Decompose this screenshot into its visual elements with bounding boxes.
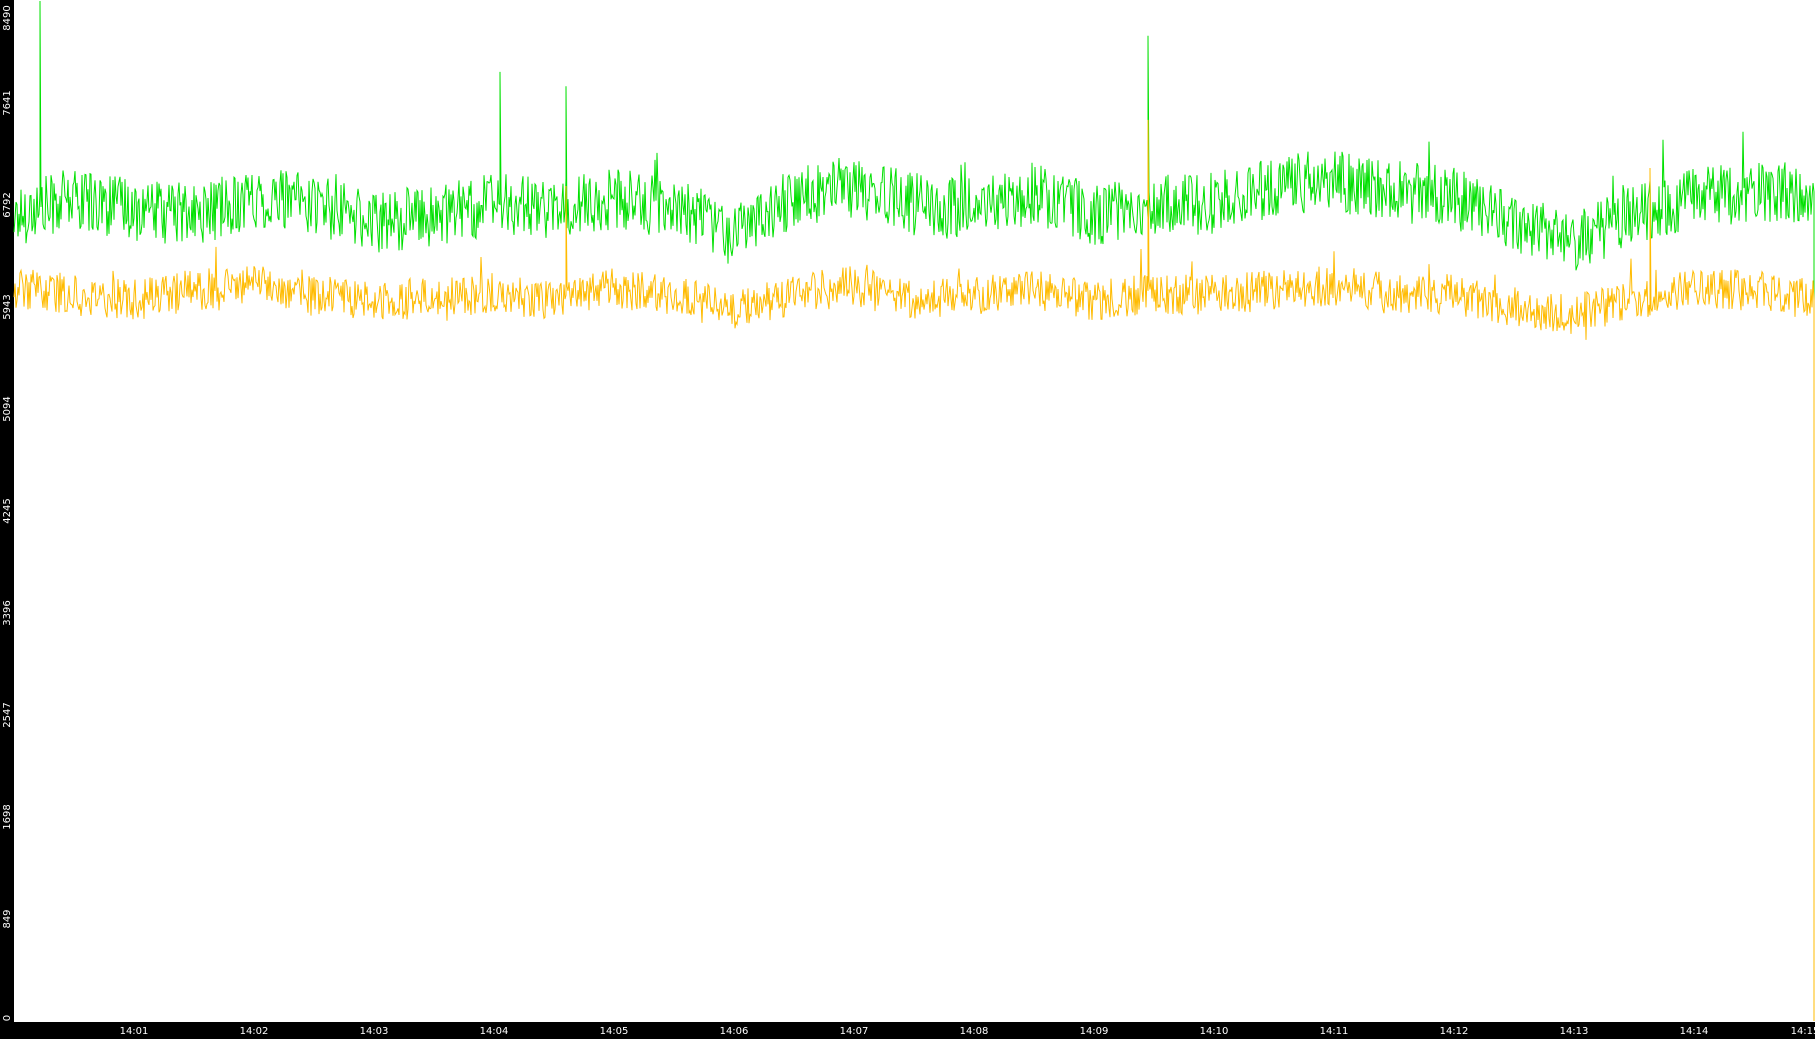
x-tick-label: 14:11 — [1320, 1026, 1349, 1037]
y-tick-label: 4245 — [2, 498, 13, 523]
x-tick-label: 14:05 — [600, 1026, 629, 1037]
y-tick-label: 5943 — [2, 294, 13, 319]
y-tick-label: 8490 — [2, 5, 13, 30]
y-tick-label: 2547 — [2, 702, 13, 727]
x-tick-labels: 14:01 14:02 14:03 14:04 14:05 14:06 14:07 14:08… — [120, 1026, 1815, 1037]
series-line — [13, 0, 1815, 625]
y-tick-label: 5094 — [2, 396, 13, 421]
x-tick-label: 14:14 — [1680, 1026, 1709, 1037]
x-tick-label: 14:12 — [1440, 1026, 1469, 1037]
y-tick-label: 7641 — [2, 90, 13, 115]
chart: 0 849 1698 2547 3396 4245 5094 5943 6792 7641 8490… — [0, 0, 1815, 1039]
x-tick-label: 14:07 — [840, 1026, 869, 1037]
x-tick-label: 14:08 — [960, 1026, 989, 1037]
line-chart: 0 849 1698 2547 3396 4245 5094 5943 6792 7641 8490… — [0, 0, 1815, 1039]
y-tick-label: 1698 — [2, 804, 13, 829]
y-tick-label: 849 — [2, 909, 13, 928]
x-tick-label: 14:10 — [1200, 1026, 1229, 1037]
x-tick-label: 14:02 — [240, 1026, 269, 1037]
x-tick-label: 14:13 — [1560, 1026, 1589, 1037]
y-tick-label: 0 — [2, 1015, 13, 1021]
x-tick-label: 14:06 — [720, 1026, 749, 1037]
y-tick-label: 6792 — [2, 192, 13, 217]
series-layer — [13, 0, 1815, 1021]
x-tick-label: 14:09 — [1080, 1026, 1109, 1037]
x-tick-label: 14:15 — [1791, 1026, 1815, 1037]
y-tick-label: 3396 — [2, 600, 13, 625]
x-tick-label: 14:01 — [120, 1026, 149, 1037]
x-tick-label: 14:03 — [360, 1026, 389, 1037]
x-axis-bar — [0, 1022, 1815, 1039]
series-line — [13, 119, 1815, 1021]
x-tick-label: 14:04 — [480, 1026, 509, 1037]
